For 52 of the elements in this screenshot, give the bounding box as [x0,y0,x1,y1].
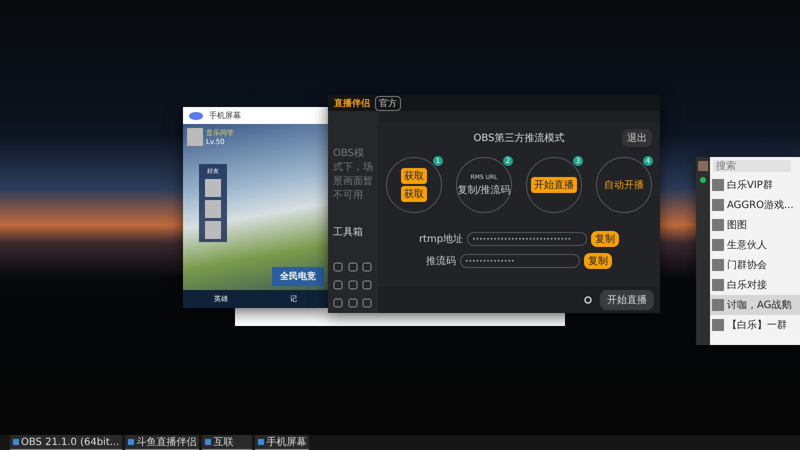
app-logo: 直播伴侣 [334,97,370,110]
tool-icon[interactable] [348,298,358,308]
chat-item[interactable]: 生意伙人 [710,235,800,255]
sidebar-note: OBS模式下，场景画面暂不可用 [333,146,373,202]
exit-button[interactable]: 退出 [622,129,652,147]
chat-item[interactable]: 白乐VIP群 [710,175,800,195]
chat-item[interactable]: AGGRO游戏... [710,195,800,215]
start-button[interactable]: 开始直播 [600,290,654,310]
avatar [187,128,203,146]
tool-icon[interactable] [362,280,372,290]
chat-item[interactable]: 图图 [710,215,800,235]
chat-item[interactable]: 门群协会 [710,255,800,275]
step-button[interactable]: 开始直播 [531,177,577,193]
avatar [712,219,724,231]
search-field[interactable]: 搜索 [713,160,791,172]
avatar [698,161,708,171]
avatar [712,279,724,291]
step-text: 复制/推流码 [457,184,511,196]
app-logo-icon [189,112,203,120]
avatar [205,179,221,197]
step-text: 自动开播 [604,178,644,192]
tool-icon[interactable] [348,280,358,290]
tool-icon[interactable] [362,262,372,272]
avatar [712,239,724,251]
tool-icon[interactable] [362,298,372,308]
avatar [712,199,724,211]
avatar [205,200,221,218]
settings-icon[interactable] [584,296,592,304]
step-button[interactable]: 获取 [401,186,427,202]
avatar [712,299,724,311]
copy-button[interactable]: 复制 [591,231,620,247]
chat-icon[interactable] [700,177,706,183]
window-title: 手机屏幕 [209,110,241,121]
field-label: 推流码 [426,254,456,268]
avatar [712,319,724,331]
chat-item[interactable]: 【白乐】一群 [710,315,800,335]
chat-item[interactable]: 讨咖，AG战鹅 [710,295,800,315]
taskbar-item[interactable]: 互联 [202,435,252,450]
avatar [712,179,724,191]
avatar [205,221,221,239]
toolbox-label: 工具箱 [333,226,364,239]
field-label: rtmp地址 [418,232,464,246]
tool-icon[interactable] [348,262,358,272]
banner: 全民电竞 [272,267,324,286]
avatar [712,259,724,271]
chat-item[interactable]: 白乐对接 [710,275,800,295]
mode-title: OBS第三方推流模式 [474,132,564,145]
step-button[interactable]: 获取 [401,168,427,184]
taskbar-item[interactable]: OBS 21.1.0 (64bit... [10,435,122,450]
copy-button[interactable]: 复制 [584,253,612,269]
taskbar-item[interactable]: 斗鱼直播伴侣 [125,435,200,450]
taskbar-item[interactable]: 手机屏幕 [255,435,310,450]
